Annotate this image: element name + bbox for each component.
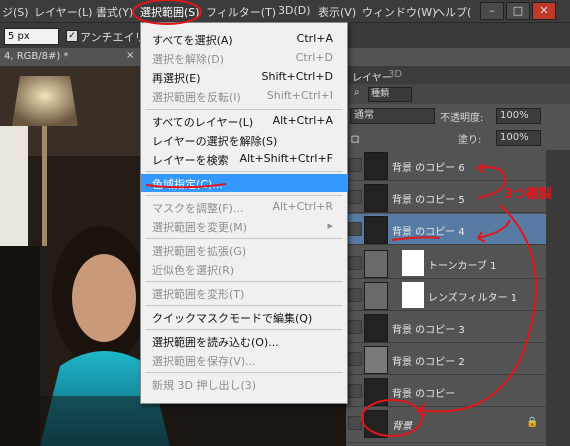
annotation-underline [145, 183, 227, 189]
annotation-label: 3つ複製 [504, 187, 553, 202]
annotation-arrow [477, 219, 511, 239]
annotation-long-arrow [419, 204, 537, 413]
annotation-underline [391, 236, 441, 241]
annotation-overlay [132, 0, 537, 437]
annotation-circle [361, 399, 423, 437]
annotation-circle [132, 0, 202, 25]
